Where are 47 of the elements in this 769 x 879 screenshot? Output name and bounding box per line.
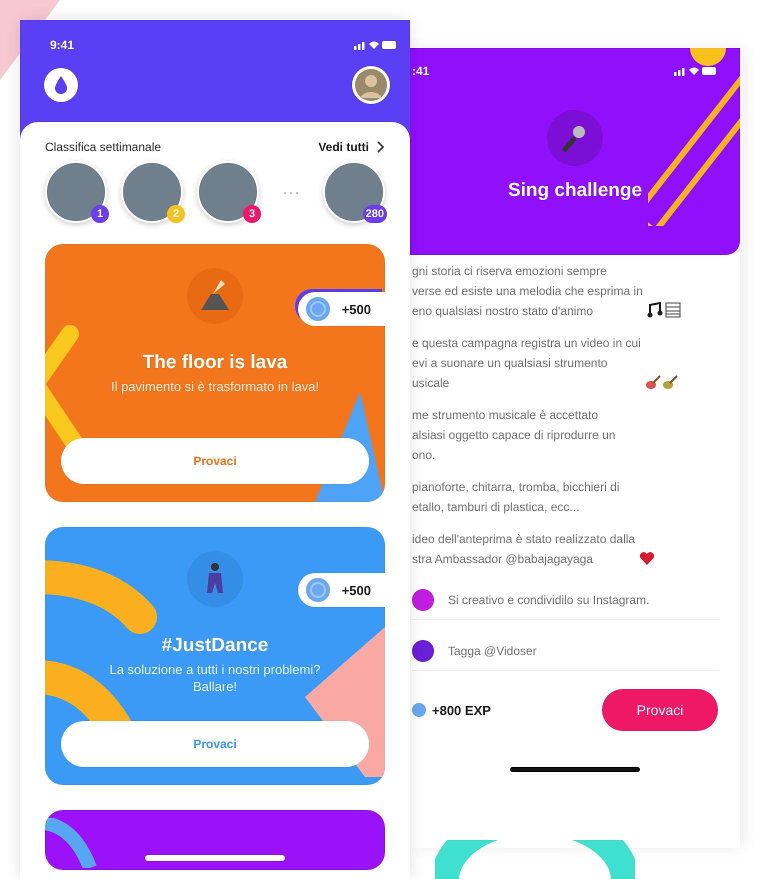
volcano-icon bbox=[185, 266, 245, 326]
try-button[interactable]: Provaci bbox=[602, 689, 718, 731]
step-text: Si creativo e condividilo su Instagram. bbox=[448, 593, 650, 607]
description-text: e questa campagna registra un video in cui evi a suonare un qualsiasi strumento usicale bbox=[412, 335, 641, 392]
user-avatar[interactable]: 1 bbox=[45, 161, 107, 223]
leaderboard-title: Classifica settimanale bbox=[45, 140, 162, 154]
try-button[interactable]: Provaci bbox=[61, 721, 369, 767]
description-text: me strumento musicale è accettato alsiasi oggetto capace di riprodurre un ono. bbox=[412, 407, 616, 464]
description-text: gni storia ci riserva emozioni sempre verse ed esiste una melodia che esprima in eno qualsiasi nostro stato d'animo bbox=[412, 263, 643, 320]
points-value: +500 bbox=[342, 302, 371, 316]
status-icons bbox=[354, 40, 396, 50]
dancer-icon bbox=[185, 549, 245, 609]
challenge-card[interactable] bbox=[45, 810, 385, 870]
challenge-card[interactable]: +500 #JustDance La soluzione a tutti i nostri problemi? Ballare! Provaci bbox=[45, 527, 385, 785]
drop-logo-icon bbox=[44, 68, 78, 102]
card-subtitle: Il pavimento si è trasformato in lava! bbox=[110, 378, 320, 395]
step-text: Tagga @Vidoser bbox=[448, 644, 537, 658]
user-avatar[interactable]: 280 bbox=[323, 161, 385, 223]
challenge-title: Sing challenge bbox=[508, 180, 642, 202]
rank-badge: 3 bbox=[243, 205, 261, 223]
points-value: +500 bbox=[342, 582, 371, 598]
music-notes-icon bbox=[646, 302, 681, 318]
avatar-icon bbox=[352, 66, 390, 104]
see-all-link[interactable]: Vedi tutti bbox=[318, 140, 385, 154]
description-text: ideo dell'anteprima è stato realizzato dalla stra Ambassador @babajagayaga bbox=[412, 531, 636, 568]
card-title: #JustDance bbox=[162, 635, 268, 657]
description-text: pianoforte, chitarra, tromba, bicchieri di etallo, tamburi di plastica, ecc... bbox=[412, 479, 620, 516]
card-subtitle: La soluzione a tutti i nostri problemi? Ballare! bbox=[108, 661, 322, 695]
rank-badge: 280 bbox=[362, 205, 387, 223]
user-avatar[interactable]: 3 bbox=[197, 161, 259, 223]
coin-icon bbox=[306, 578, 330, 602]
microphone-icon bbox=[545, 108, 605, 168]
coin-icon bbox=[306, 297, 330, 321]
chevron-icon bbox=[377, 141, 385, 153]
coin-icon bbox=[412, 703, 426, 717]
guitars-icon bbox=[644, 374, 679, 390]
sun-decoration bbox=[690, 48, 726, 66]
heart-icon bbox=[639, 551, 656, 566]
status-time: 9:41 bbox=[50, 38, 74, 52]
rank-badge: 2 bbox=[167, 205, 185, 223]
challenge-card[interactable]: +500 The floor is lava Il pavimento si è trasformato in lava! Provaci bbox=[45, 244, 385, 502]
status-time: :41 bbox=[412, 64, 430, 78]
card-title: The floor is lava bbox=[142, 352, 288, 374]
more-dots: ··· bbox=[281, 182, 301, 202]
status-icons bbox=[674, 66, 716, 76]
reward-points: +800 EXP bbox=[432, 702, 491, 718]
rank-badge: 1 bbox=[91, 205, 109, 223]
